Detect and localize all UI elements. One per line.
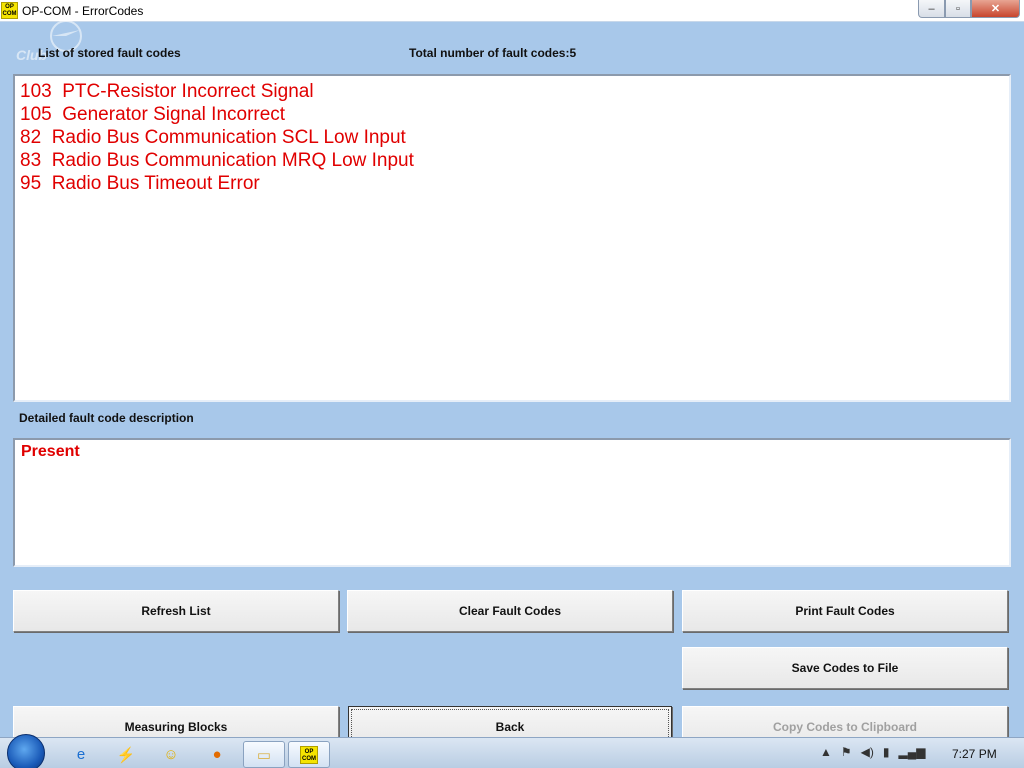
internet-explorer-icon[interactable]: e xyxy=(60,741,102,768)
run-icon[interactable]: ⚡ xyxy=(105,741,147,768)
messenger-icon[interactable]: ☺ xyxy=(150,741,192,768)
save-codes-to-file-button[interactable]: Save Codes to File xyxy=(682,647,1008,689)
system-tray: ▲ ⚑ ◀) ▮ ▂▄▆ xyxy=(820,745,925,759)
fault-code-item[interactable]: 103 PTC-Resistor Incorrect Signal xyxy=(20,80,1004,103)
minimize-icon: – xyxy=(928,2,935,15)
fault-detail-box: Present xyxy=(13,438,1011,567)
refresh-list-button[interactable]: Refresh List xyxy=(13,590,339,632)
close-button[interactable]: ✕ xyxy=(971,0,1020,18)
fault-code-item[interactable]: 105 Generator Signal Incorrect xyxy=(20,103,1004,126)
explorer-icon[interactable]: ▭ xyxy=(243,741,285,768)
fault-code-list[interactable]: 103 PTC-Resistor Incorrect Signal 105 Ge… xyxy=(13,74,1011,402)
maximize-icon: ▫ xyxy=(956,2,960,15)
show-hidden-icons-icon[interactable]: ▲ xyxy=(820,745,832,759)
total-fault-codes-label: Total number of fault codes:5 xyxy=(409,46,577,60)
clock[interactable]: 7:27 PM xyxy=(952,747,997,761)
fault-code-item[interactable]: 83 Radio Bus Communication MRQ Low Input xyxy=(20,149,1004,172)
fault-code-item[interactable]: 95 Radio Bus Timeout Error xyxy=(20,172,1004,195)
title-bar: OP COM OP-COM - ErrorCodes – ▫ ✕ xyxy=(0,0,1024,22)
detail-description-label: Detailed fault code description xyxy=(19,411,194,425)
volume-icon[interactable]: ◀) xyxy=(861,745,874,759)
window-controls: – ▫ ✕ xyxy=(918,0,1020,18)
network-signal-icon[interactable]: ▂▄▆ xyxy=(899,745,926,759)
battery-icon[interactable]: ▮ xyxy=(883,745,890,759)
fault-status-text: Present xyxy=(21,443,80,460)
start-button[interactable] xyxy=(7,734,45,768)
fault-code-item[interactable]: 82 Radio Bus Communication SCL Low Input xyxy=(20,126,1004,149)
print-fault-codes-button[interactable]: Print Fault Codes xyxy=(682,590,1008,632)
minimize-button[interactable]: – xyxy=(918,0,945,18)
opcom-taskbar-button[interactable]: OP COM xyxy=(288,741,330,768)
taskbar: e ⚡ ☺ ● ▭ OP COM ▲ ⚑ ◀) ▮ ▂▄▆ 7:27 PM xyxy=(0,734,1024,768)
opcom-icon: OP COM xyxy=(300,745,318,764)
action-center-flag-icon[interactable]: ⚑ xyxy=(841,745,852,759)
stored-fault-codes-label: List of stored fault codes xyxy=(38,46,181,60)
clear-fault-codes-button[interactable]: Clear Fault Codes xyxy=(347,590,673,632)
close-icon: ✕ xyxy=(990,3,1001,15)
firefox-icon[interactable]: ● xyxy=(196,741,238,768)
maximize-button[interactable]: ▫ xyxy=(945,0,971,18)
